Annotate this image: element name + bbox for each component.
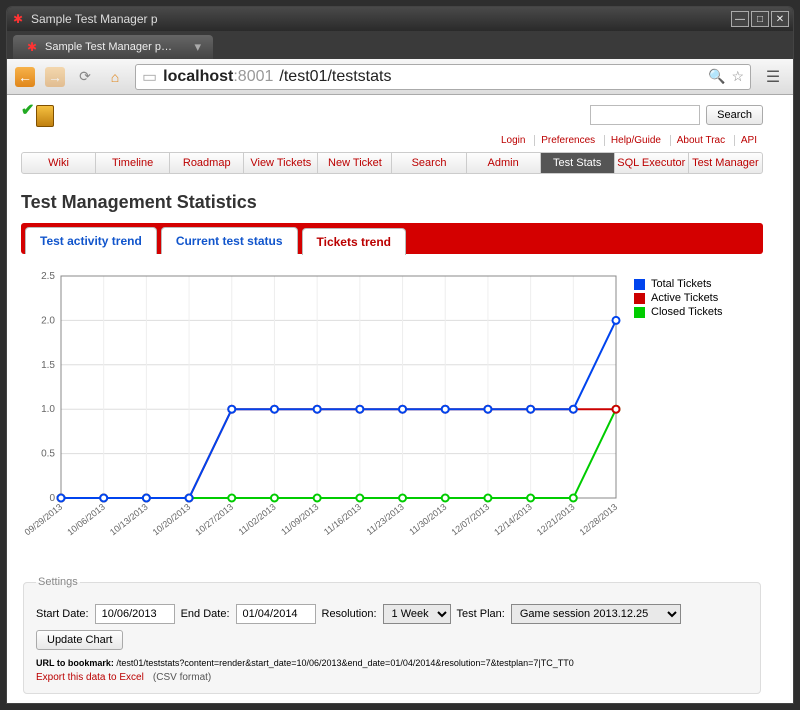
svg-text:11/23/2013: 11/23/2013: [365, 502, 406, 537]
browser-tab[interactable]: ✱ Sample Test Manager p… ▾: [13, 35, 213, 59]
browser-tab-bar: ✱ Sample Test Manager p… ▾: [7, 31, 793, 59]
project-logo[interactable]: ✔: [21, 105, 54, 127]
svg-text:10/06/2013: 10/06/2013: [65, 502, 107, 538]
back-button[interactable]: ←: [15, 67, 35, 87]
home-button[interactable]: ⌂: [105, 67, 125, 87]
start-date-input[interactable]: [95, 604, 175, 624]
chart-legend: Total Tickets Active Tickets Closed Tick…: [634, 278, 723, 528]
svg-text:12/28/2013: 12/28/2013: [578, 502, 620, 538]
svg-text:10/13/2013: 10/13/2013: [108, 502, 150, 538]
page-title: Test Management Statistics: [21, 192, 763, 213]
nav-test-manager[interactable]: Test Manager: [689, 153, 762, 173]
legend-swatch-closed: [634, 307, 645, 318]
svg-text:09/29/2013: 09/29/2013: [23, 502, 65, 538]
url-host: localhost: [163, 68, 233, 85]
nav-help[interactable]: Help/Guide: [604, 135, 667, 146]
legend-total: Total Tickets: [651, 278, 712, 290]
forward-button[interactable]: →: [45, 67, 65, 87]
logo-block: [36, 105, 54, 127]
window-maximize-button[interactable]: □: [751, 11, 769, 27]
nav-timeline[interactable]: Timeline: [96, 153, 170, 173]
nav-new-ticket[interactable]: New Ticket: [318, 153, 392, 173]
svg-text:1.5: 1.5: [41, 360, 55, 371]
nav-preferences[interactable]: Preferences: [534, 135, 601, 146]
resolution-label: Resolution:: [322, 608, 377, 620]
legend-swatch-active: [634, 293, 645, 304]
tab-current-status[interactable]: Current test status: [161, 227, 298, 254]
nav-wiki[interactable]: Wiki: [22, 153, 96, 173]
start-date-label: Start Date:: [36, 608, 89, 620]
window-close-button[interactable]: ✕: [771, 11, 789, 27]
check-icon: ✔: [21, 100, 34, 120]
svg-text:1.0: 1.0: [41, 404, 55, 415]
browser-toolbar: ← → ⟳ ⌂ ▭ localhost:8001/test01/teststat…: [7, 59, 793, 95]
favicon-icon: ✱: [25, 40, 39, 54]
url-port: :8001: [233, 68, 273, 85]
nav-login[interactable]: Login: [495, 135, 531, 146]
nav-test-stats[interactable]: Test Stats: [541, 153, 615, 173]
tab-tickets-trend[interactable]: Tickets trend: [302, 228, 406, 255]
window-minimize-button[interactable]: —: [731, 11, 749, 27]
browser-tab-title: Sample Test Manager p…: [45, 41, 172, 53]
nav-sql-executor[interactable]: SQL Executor: [615, 153, 689, 173]
browser-menu-button[interactable]: ☰: [761, 65, 785, 89]
main-nav: Wiki Timeline Roadmap View Tickets New T…: [21, 152, 763, 174]
app-icon: ✱: [11, 12, 25, 26]
window-titlebar: ✱ Sample Test Manager p — □ ✕: [7, 7, 793, 31]
url-path: /test01/teststats: [279, 68, 391, 86]
settings-panel: Settings Start Date: End Date: Resolutio…: [23, 576, 761, 694]
tab-activity-trend[interactable]: Test activity trend: [25, 227, 157, 254]
svg-text:11/30/2013: 11/30/2013: [407, 502, 448, 537]
bookmark-star-icon[interactable]: ☆: [731, 68, 744, 85]
page-identity-icon: ▭: [142, 67, 157, 87]
svg-text:12/07/2013: 12/07/2013: [450, 502, 492, 538]
reload-button[interactable]: ⟳: [75, 67, 95, 87]
svg-text:11/02/2013: 11/02/2013: [237, 502, 278, 537]
update-chart-button[interactable]: Update Chart: [36, 630, 123, 650]
svg-text:11/09/2013: 11/09/2013: [279, 502, 320, 537]
search-input[interactable]: [590, 105, 700, 125]
nav-search[interactable]: Search: [392, 153, 466, 173]
svg-text:2.0: 2.0: [41, 315, 55, 326]
legend-active: Active Tickets: [651, 292, 718, 304]
bookmark-url: /test01/teststats?content=render&start_d…: [116, 658, 573, 668]
svg-text:12/21/2013: 12/21/2013: [535, 502, 577, 538]
svg-text:2.5: 2.5: [41, 271, 55, 282]
chevron-down-icon[interactable]: ▾: [194, 39, 201, 55]
svg-text:11/16/2013: 11/16/2013: [322, 502, 363, 537]
settings-legend: Settings: [36, 576, 80, 588]
end-date-label: End Date:: [181, 608, 230, 620]
meta-nav: Login Preferences Help/Guide About Trac …: [495, 135, 763, 146]
legend-swatch-total: [634, 279, 645, 290]
legend-closed: Closed Tickets: [651, 306, 723, 318]
tabset: Test activity trend Current test status …: [21, 223, 763, 254]
svg-text:0.5: 0.5: [41, 449, 55, 460]
resolution-select[interactable]: 1 Week: [383, 604, 451, 624]
test-plan-select[interactable]: Game session 2013.12.25: [511, 604, 681, 624]
window-title: Sample Test Manager p: [31, 12, 158, 26]
tickets-trend-chart: 00.51.01.52.02.509/29/201310/06/201310/1…: [21, 268, 626, 528]
nav-roadmap[interactable]: Roadmap: [170, 153, 244, 173]
svg-text:0: 0: [49, 493, 55, 504]
address-bar[interactable]: ▭ localhost:8001/test01/teststats 🔍 ☆: [135, 64, 751, 90]
nav-api[interactable]: API: [734, 135, 763, 146]
nav-about[interactable]: About Trac: [670, 135, 731, 146]
nav-view-tickets[interactable]: View Tickets: [244, 153, 318, 173]
search-indicator-icon[interactable]: 🔍: [708, 68, 725, 85]
nav-admin[interactable]: Admin: [467, 153, 541, 173]
search-button[interactable]: Search: [706, 105, 763, 125]
bookmark-label: URL to bookmark:: [36, 658, 114, 668]
end-date-input[interactable]: [236, 604, 316, 624]
test-plan-label: Test Plan:: [457, 608, 505, 620]
svg-text:12/14/2013: 12/14/2013: [492, 502, 534, 538]
svg-text:10/20/2013: 10/20/2013: [151, 502, 193, 538]
svg-text:10/27/2013: 10/27/2013: [193, 502, 235, 538]
